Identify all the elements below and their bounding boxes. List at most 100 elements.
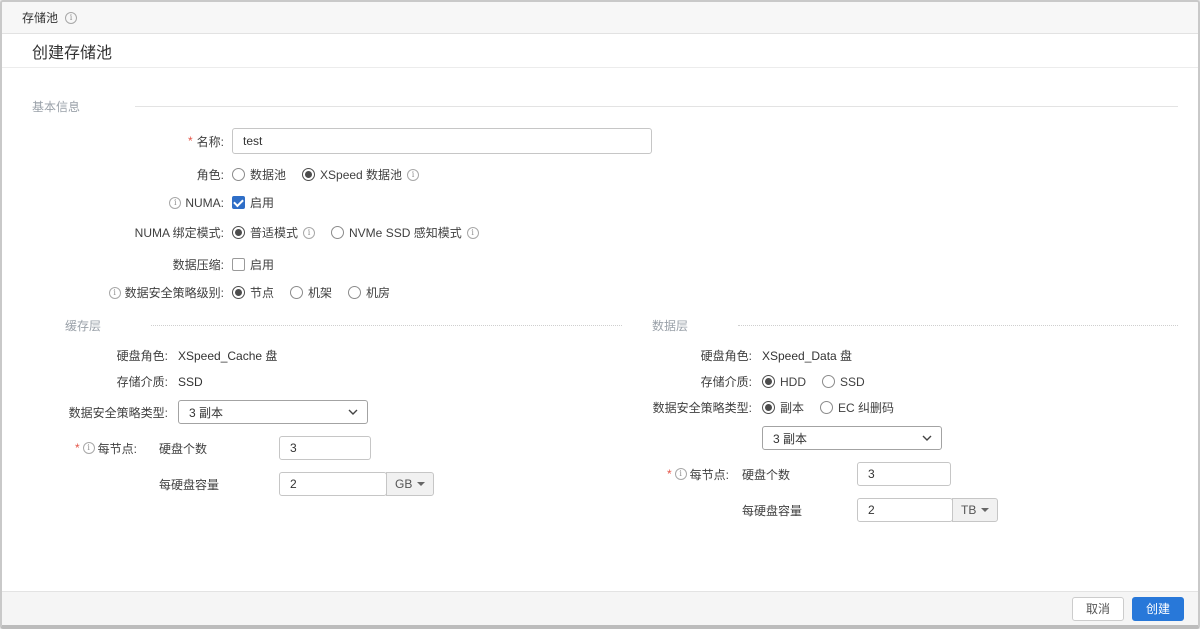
- info-icon[interactable]: [169, 197, 181, 209]
- data-disk-capacity-input[interactable]: [857, 498, 953, 522]
- radio-numa-mode-normal[interactable]: 普适模式: [232, 224, 315, 241]
- create-button[interactable]: 创建: [1132, 597, 1184, 621]
- cache-disk-capacity-input[interactable]: [279, 472, 387, 496]
- form-content: 基本信息 * 名称: 角色: 数据池 XSpeed: [2, 98, 1198, 522]
- info-icon[interactable]: [65, 12, 77, 24]
- page-title-bar: 创建存储池: [2, 34, 1198, 68]
- compression-label: 数据压缩:: [32, 256, 224, 273]
- cache-capacity-unit-dropdown[interactable]: GB: [386, 472, 434, 496]
- field-row-numa-mode: NUMA 绑定模式: 普适模式 NVMe SSD 感知模式: [32, 224, 1178, 241]
- radio-media-hdd[interactable]: HDD: [762, 375, 806, 389]
- security-level-label: 数据安全策略级别:: [32, 284, 224, 301]
- radio-icon[interactable]: [762, 375, 775, 388]
- cache-disk-count-row: * 每节点: 硬盘个数: [32, 436, 622, 460]
- radio-icon[interactable]: [762, 401, 775, 414]
- data-replica-select[interactable]: 3 副本: [762, 426, 942, 450]
- tier-columns: 缓存层 硬盘角色: XSpeed_Cache 盘 存储介质: SSD 数据安全策…: [32, 317, 1178, 522]
- per-node-label: * 每节点:: [32, 440, 137, 457]
- radio-policy-replica[interactable]: 副本: [762, 399, 804, 416]
- disk-role-label: 硬盘角色:: [652, 347, 752, 364]
- data-media-row: 存储介质: HDD SSD: [652, 373, 1178, 390]
- breadcrumb-bar: 存储池: [2, 2, 1198, 34]
- radio-level-node[interactable]: 节点: [232, 284, 274, 301]
- data-disk-count-row: * 每节点: 硬盘个数: [652, 462, 1178, 486]
- required-asterisk: *: [75, 441, 80, 455]
- data-replica-select-row: 3 副本: [652, 426, 1178, 450]
- cancel-button[interactable]: 取消: [1072, 597, 1124, 621]
- section-divider: [135, 106, 1178, 107]
- policy-type-label: 数据安全策略类型:: [652, 399, 752, 416]
- chevron-down-icon: [348, 409, 358, 415]
- checkbox-icon[interactable]: [232, 258, 245, 271]
- per-node-label: * 每节点:: [652, 466, 729, 483]
- section-data-tier: 数据层: [652, 317, 1178, 334]
- compression-enable-checkbox[interactable]: 启用: [232, 256, 274, 273]
- data-tier-column: 数据层 硬盘角色: XSpeed_Data 盘 存储介质: HDD: [652, 317, 1178, 522]
- field-row-role: 角色: 数据池 XSpeed 数据池: [32, 166, 1178, 183]
- info-icon[interactable]: [83, 442, 95, 454]
- cache-disk-role-row: 硬盘角色: XSpeed_Cache 盘: [32, 347, 622, 364]
- cache-media-row: 存储介质: SSD: [32, 373, 622, 390]
- section-basic-info: 基本信息: [32, 98, 1178, 115]
- required-asterisk: *: [667, 467, 672, 481]
- radio-icon[interactable]: [232, 226, 245, 239]
- data-capacity-unit-dropdown[interactable]: TB: [952, 498, 998, 522]
- create-storage-pool-window: 存储池 创建存储池 基本信息 * 名称: 角色:: [0, 0, 1200, 629]
- radio-icon[interactable]: [232, 168, 245, 181]
- radio-icon[interactable]: [348, 286, 361, 299]
- cache-disk-count-input[interactable]: [279, 436, 371, 460]
- info-icon[interactable]: [109, 287, 121, 299]
- media-label: 存储介质:: [32, 373, 168, 390]
- footer-action-bar: 取消 创建: [2, 591, 1198, 625]
- breadcrumb: 存储池: [22, 9, 58, 26]
- info-icon[interactable]: [675, 468, 687, 480]
- radio-level-rack[interactable]: 机架: [290, 284, 332, 301]
- required-asterisk: *: [188, 134, 193, 148]
- role-label: 角色:: [32, 166, 224, 183]
- radio-role-xspeed-pool[interactable]: XSpeed 数据池: [302, 166, 419, 183]
- section-title: 数据层: [652, 317, 688, 334]
- name-label: * 名称:: [32, 133, 224, 150]
- cache-disk-capacity-row: 每硬盘容量 GB: [32, 472, 622, 496]
- section-divider: [151, 325, 622, 326]
- field-row-numa: NUMA: 启用: [32, 194, 1178, 211]
- data-disk-capacity-row: 每硬盘容量 TB: [652, 498, 1178, 522]
- radio-numa-mode-nvme-aware[interactable]: NVMe SSD 感知模式: [331, 224, 479, 241]
- disk-role-value: XSpeed_Cache 盘: [178, 347, 277, 364]
- section-title: 基本信息: [32, 98, 80, 115]
- info-icon[interactable]: [407, 169, 419, 181]
- field-row-name: * 名称:: [32, 128, 1178, 154]
- field-row-security-level: 数据安全策略级别: 节点 机架 机房: [32, 284, 1178, 301]
- disk-capacity-label: 每硬盘容量: [159, 476, 279, 493]
- cache-policy-type-row: 数据安全策略类型: 3 副本: [32, 400, 622, 424]
- disk-count-label: 硬盘个数: [159, 440, 279, 457]
- page-title: 创建存储池: [32, 39, 112, 63]
- data-policy-type-row: 数据安全策略类型: 副本 EC 纠删码: [652, 399, 1178, 416]
- radio-icon[interactable]: [820, 401, 833, 414]
- data-disk-role-row: 硬盘角色: XSpeed_Data 盘: [652, 347, 1178, 364]
- data-disk-count-input[interactable]: [857, 462, 951, 486]
- section-divider: [738, 325, 1178, 326]
- radio-policy-ec[interactable]: EC 纠删码: [820, 399, 894, 416]
- disk-count-label: 硬盘个数: [742, 466, 857, 483]
- info-icon[interactable]: [303, 227, 315, 239]
- section-title: 缓存层: [65, 317, 101, 334]
- name-input[interactable]: [232, 128, 652, 154]
- info-icon[interactable]: [467, 227, 479, 239]
- radio-icon[interactable]: [290, 286, 303, 299]
- field-row-compression: 数据压缩: 启用: [32, 256, 1178, 273]
- radio-icon[interactable]: [232, 286, 245, 299]
- radio-media-ssd[interactable]: SSD: [822, 375, 865, 389]
- radio-level-room[interactable]: 机房: [348, 284, 390, 301]
- disk-role-value: XSpeed_Data 盘: [762, 347, 852, 364]
- media-label: 存储介质:: [652, 373, 752, 390]
- numa-label: NUMA:: [32, 196, 224, 210]
- radio-icon[interactable]: [822, 375, 835, 388]
- radio-icon[interactable]: [331, 226, 344, 239]
- radio-icon[interactable]: [302, 168, 315, 181]
- cache-replica-select[interactable]: 3 副本: [178, 400, 368, 424]
- numa-enable-checkbox[interactable]: 启用: [232, 194, 274, 211]
- radio-role-data-pool[interactable]: 数据池: [232, 166, 286, 183]
- checkbox-icon[interactable]: [232, 196, 245, 209]
- media-value: SSD: [178, 375, 203, 389]
